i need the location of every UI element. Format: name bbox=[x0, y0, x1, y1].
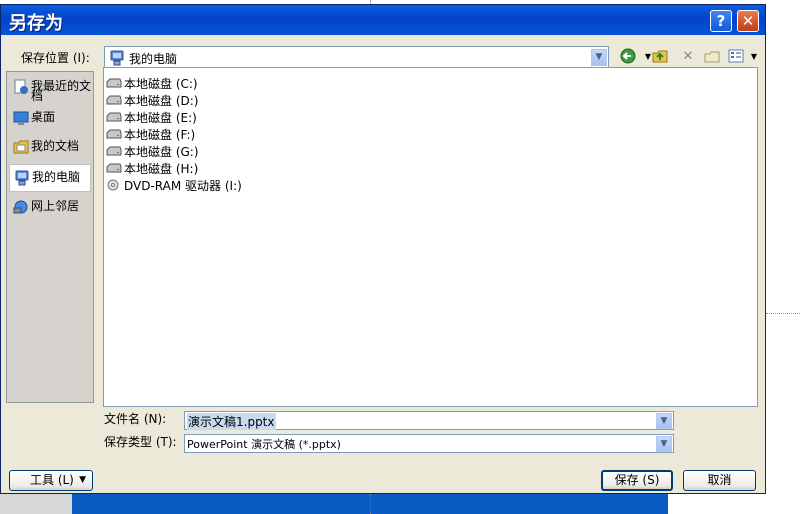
views-menu-icon bbox=[728, 49, 744, 63]
back-button[interactable] bbox=[619, 48, 637, 66]
tools-button[interactable]: 工具 (L) ▼ bbox=[9, 470, 93, 491]
my-documents-icon bbox=[13, 140, 29, 154]
title-bar[interactable]: 另存为 ? ✕ bbox=[1, 5, 765, 35]
place-label: 我的电脑 bbox=[32, 170, 81, 184]
hard-drive-icon bbox=[106, 112, 122, 122]
new-folder-icon bbox=[704, 51, 720, 63]
close-button[interactable]: ✕ bbox=[737, 10, 759, 32]
question-mark-icon: ? bbox=[716, 12, 726, 30]
background-guide-line bbox=[766, 313, 800, 314]
list-item-label: 本地磁盘 (F:) bbox=[124, 127, 196, 142]
hard-drive-icon bbox=[106, 163, 122, 173]
list-item[interactable]: 本地磁盘 (G:) bbox=[106, 143, 199, 159]
up-folder-icon bbox=[652, 50, 668, 63]
delete-x-icon: ✕ bbox=[682, 49, 694, 64]
help-button[interactable]: ? bbox=[710, 10, 732, 32]
computer-icon bbox=[110, 50, 124, 66]
hard-drive-icon bbox=[106, 95, 122, 105]
place-network[interactable]: 网上邻居 bbox=[9, 194, 91, 222]
file-name-input[interactable]: 演示文稿1.pptx ▼ bbox=[184, 411, 674, 430]
background-gray-strip bbox=[0, 494, 72, 514]
delete-button[interactable]: ✕ bbox=[679, 48, 697, 66]
recent-documents-icon bbox=[14, 79, 28, 94]
save-in-label: 保存位置 (I): bbox=[21, 51, 90, 65]
list-item-label: 本地磁盘 (G:) bbox=[124, 144, 199, 159]
list-item[interactable]: 本地磁盘 (F:) bbox=[106, 126, 195, 142]
place-label: 网上邻居 bbox=[31, 199, 80, 213]
up-one-level-button[interactable] bbox=[651, 48, 669, 66]
save-in-value: 我的电脑 bbox=[129, 52, 178, 66]
file-type-label: 保存类型 (T): bbox=[104, 435, 177, 449]
places-bar: 我最近的文 档 桌面 我的文档 我的电脑 网上邻居 bbox=[6, 71, 94, 403]
hard-drive-icon bbox=[106, 129, 122, 139]
place-label: 我的文档 bbox=[31, 139, 80, 153]
hard-drive-icon bbox=[106, 146, 122, 156]
views-button[interactable] bbox=[727, 48, 745, 66]
list-item-label: 本地磁盘 (C:) bbox=[124, 76, 198, 91]
dialog-title: 另存为 bbox=[9, 13, 63, 34]
chevron-down-icon: ▼ bbox=[79, 475, 86, 485]
views-dropdown[interactable]: ▼ bbox=[745, 48, 763, 66]
hard-drive-icon bbox=[106, 78, 122, 88]
file-name-label: 文件名 (N): bbox=[104, 412, 167, 426]
file-type-value: PowerPoint 演示文稿 (*.pptx) bbox=[187, 438, 341, 451]
save-button[interactable]: 保存 (S) bbox=[601, 470, 673, 491]
desktop-icon bbox=[13, 111, 29, 125]
background-guide-line bbox=[370, 494, 371, 514]
list-item-label: DVD-RAM 驱动器 (I:) bbox=[124, 178, 242, 193]
back-arrow-icon bbox=[620, 48, 636, 64]
save-in-dropdown[interactable]: 我的电脑 ▼ bbox=[104, 46, 609, 68]
list-item-label: 本地磁盘 (E:) bbox=[124, 110, 197, 125]
chevron-down-icon[interactable]: ▼ bbox=[591, 49, 607, 66]
file-list[interactable]: 本地磁盘 (C:) 本地磁盘 (D:) 本地磁盘 (E:) 本地磁盘 (F:) … bbox=[103, 67, 758, 407]
list-item-label: 本地磁盘 (D:) bbox=[124, 93, 199, 108]
new-folder-button[interactable] bbox=[703, 48, 721, 66]
chevron-down-icon[interactable]: ▼ bbox=[656, 436, 672, 452]
cancel-button[interactable]: 取消 bbox=[683, 470, 756, 491]
place-recent-documents[interactable]: 我最近的文 档 bbox=[9, 74, 91, 102]
file-type-dropdown[interactable]: PowerPoint 演示文稿 (*.pptx) ▼ bbox=[184, 434, 674, 453]
computer-icon bbox=[15, 170, 29, 186]
tools-button-label: 工具 (L) bbox=[30, 473, 74, 487]
list-item[interactable]: 本地磁盘 (D:) bbox=[106, 92, 198, 108]
network-places-icon bbox=[13, 200, 28, 214]
list-item[interactable]: DVD-RAM 驱动器 (I:) bbox=[106, 177, 242, 193]
place-label: 桌面 bbox=[31, 110, 56, 124]
list-item[interactable]: 本地磁盘 (C:) bbox=[106, 75, 198, 91]
close-x-icon: ✕ bbox=[741, 12, 755, 30]
list-item[interactable]: 本地磁盘 (E:) bbox=[106, 109, 197, 125]
place-desktop[interactable]: 桌面 bbox=[9, 105, 91, 133]
save-as-dialog: 另存为 ? ✕ 保存位置 (I): 我的电脑 ▼ ▼ ✕ ▼ 我最近的文 档 桌… bbox=[0, 4, 766, 494]
dvd-drive-icon bbox=[107, 179, 119, 191]
list-item[interactable]: 本地磁盘 (H:) bbox=[106, 160, 198, 176]
place-my-documents[interactable]: 我的文档 bbox=[9, 134, 91, 162]
chevron-down-icon[interactable]: ▼ bbox=[656, 413, 672, 429]
place-label-line2: 档 bbox=[31, 89, 44, 103]
place-my-computer[interactable]: 我的电脑 bbox=[9, 164, 91, 192]
file-name-value[interactable]: 演示文稿1.pptx bbox=[187, 413, 276, 430]
list-item-label: 本地磁盘 (H:) bbox=[124, 161, 199, 176]
